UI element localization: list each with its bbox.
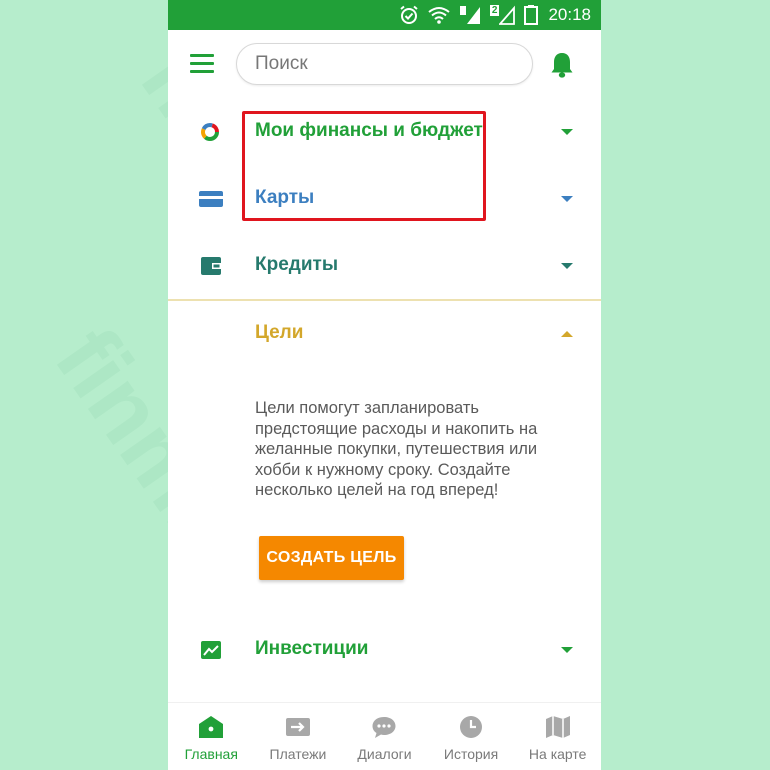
section-goals[interactable]: Цели [168, 306, 601, 362]
chevron-down-icon [561, 196, 573, 202]
goals-description: Цели помогут запланировать предстоящие р… [255, 399, 538, 499]
status-time: 20:18 [548, 5, 591, 24]
section-label: Карты [255, 187, 315, 208]
chevron-down-icon [561, 263, 573, 269]
bottom-navigation: Главная Платежи Диалоги История На карте [168, 702, 601, 770]
chevron-up-icon [561, 331, 573, 337]
nav-label: Главная [184, 746, 238, 762]
section-credits[interactable]: Кредиты [168, 238, 601, 294]
nav-map[interactable]: На карте [514, 703, 601, 770]
phone-screen: 2 20:18 Мои финансы и бюджет [168, 0, 601, 770]
section-investments[interactable]: Инвестиции [168, 622, 601, 678]
status-bar: 2 20:18 [168, 0, 601, 30]
nav-label: Диалоги [357, 746, 412, 762]
nav-payments[interactable]: Платежи [255, 703, 342, 770]
chat-bubble-icon [372, 717, 396, 738]
nav-history[interactable]: История [428, 703, 515, 770]
section-label: Мои финансы и бюджет [255, 120, 483, 141]
signal-icon [459, 6, 480, 24]
trend-chart-icon [201, 641, 221, 659]
search-field[interactable] [236, 43, 533, 85]
transfer-arrow-icon [285, 718, 310, 736]
chevron-down-icon [561, 129, 573, 135]
chevron-down-icon [561, 647, 573, 653]
nav-label: История [443, 746, 499, 762]
section-label: Кредиты [255, 254, 339, 275]
section-divider [168, 299, 601, 301]
wifi-icon [428, 7, 450, 24]
clock-icon [460, 716, 483, 738]
signal-icon-sim2 [499, 5, 516, 25]
create-goal-button[interactable]: СОЗДАТЬ ЦЕЛЬ [259, 536, 404, 580]
sim2-badge: 2 [489, 5, 500, 16]
section-label: Цели [255, 322, 304, 343]
nav-label: Платежи [269, 746, 327, 762]
section-finance-budget[interactable]: Мои финансы и бюджет [168, 104, 601, 160]
notifications-bell-icon[interactable] [550, 51, 574, 79]
section-cards[interactable]: Карты [168, 171, 601, 227]
nav-dialogs[interactable]: Диалоги [341, 703, 428, 770]
nav-label: На карте [528, 746, 587, 762]
credit-card-icon [199, 191, 223, 207]
section-label: Инвестиции [255, 638, 369, 659]
wallet-icon [201, 257, 221, 275]
donut-chart-icon [201, 123, 219, 141]
map-icon [545, 716, 570, 738]
nav-home[interactable]: Главная [168, 703, 255, 770]
battery-icon [524, 5, 539, 25]
alarm-icon [400, 5, 418, 24]
home-icon [199, 716, 224, 738]
search-input[interactable] [237, 44, 532, 84]
menu-icon[interactable] [190, 54, 214, 74]
